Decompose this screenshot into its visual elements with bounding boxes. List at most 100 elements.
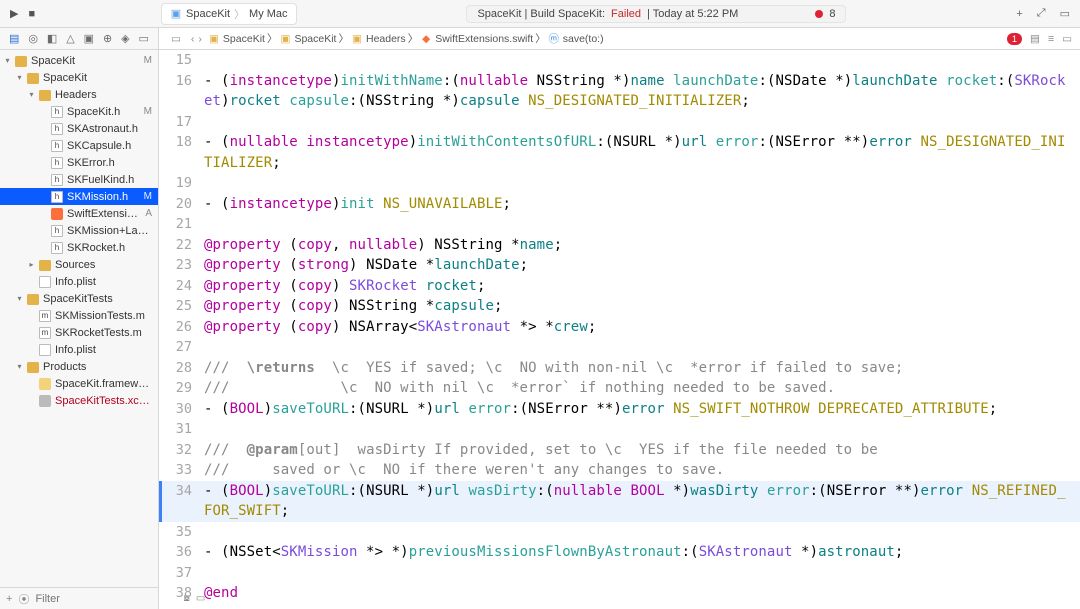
navigator-tree[interactable]: ▾SpaceKitM▾SpaceKit▾HeadersSpaceKit.hMSK… bbox=[0, 50, 158, 587]
tree-row[interactable]: SpaceKitTests.xctest bbox=[0, 392, 158, 409]
fold-icon bbox=[39, 259, 51, 271]
breadcrumb-item[interactable]: ▣SpaceKit bbox=[208, 33, 265, 45]
code-line[interactable]: 15 bbox=[159, 50, 1080, 71]
add-filter-icon[interactable]: + bbox=[6, 593, 12, 605]
h-icon bbox=[51, 157, 63, 169]
gutter-number: 28 bbox=[159, 358, 204, 379]
code-line[interactable]: 29/// \c NO with nil \c *error` if nothi… bbox=[159, 378, 1080, 399]
code-line[interactable]: 23@property (strong) NSDate *launchDate; bbox=[159, 255, 1080, 276]
code-line[interactable]: 26@property (copy) NSArray<SKAstronaut *… bbox=[159, 317, 1080, 338]
code-line[interactable]: 20- (instancetype)init NS_UNAVAILABLE; bbox=[159, 194, 1080, 215]
code-line[interactable]: 27 bbox=[159, 337, 1080, 358]
code-text: @property (copy, nullable) NSString *nam… bbox=[204, 235, 1080, 256]
m-icon bbox=[39, 310, 51, 322]
tree-row[interactable]: SKError.h bbox=[0, 154, 158, 171]
disclosure-icon[interactable]: ▸ bbox=[28, 260, 35, 269]
tree-row[interactable]: SpaceKit.framework bbox=[0, 375, 158, 392]
code-line[interactable]: 34- (BOOL)saveToURL:(NSURL *)url wasDirt… bbox=[159, 481, 1080, 522]
tree-row[interactable]: SKRocketTests.m bbox=[0, 324, 158, 341]
tree-row[interactable]: SKRocket.h bbox=[0, 239, 158, 256]
related-items-icon[interactable]: ▭ bbox=[167, 33, 185, 45]
disclosure-icon[interactable]: ▾ bbox=[16, 73, 23, 82]
gutter-number: 31 bbox=[159, 419, 204, 440]
run-button[interactable]: ▶ bbox=[10, 7, 18, 20]
code-line[interactable]: 36- (NSSet<SKMission *> *)previousMissio… bbox=[159, 542, 1080, 563]
tree-row[interactable]: SpaceKit.hM bbox=[0, 103, 158, 120]
tree-row[interactable]: SKFuelKind.h bbox=[0, 171, 158, 188]
tree-row[interactable]: ▸Sources bbox=[0, 256, 158, 273]
tree-row[interactable]: ▾SpaceKitM bbox=[0, 52, 158, 69]
code-text: /// \c NO with nil \c *error` if nothing… bbox=[204, 378, 1080, 399]
code-line[interactable]: 25@property (copy) NSString *capsule; bbox=[159, 296, 1080, 317]
tree-row[interactable]: ▾SpaceKitTests bbox=[0, 290, 158, 307]
nav-tab-1[interactable]: ◎ bbox=[25, 30, 41, 47]
disclosure-icon[interactable]: ▾ bbox=[16, 362, 23, 371]
add-button[interactable]: + bbox=[1016, 8, 1022, 20]
code-line[interactable]: 37 bbox=[159, 563, 1080, 584]
tree-row[interactable]: SKMission.hM bbox=[0, 188, 158, 205]
code-line[interactable]: 31 bbox=[159, 419, 1080, 440]
build-status[interactable]: SpaceKit | Build SpaceKit: Failed | Toda… bbox=[466, 5, 846, 23]
disclosure-icon[interactable]: ▾ bbox=[16, 294, 23, 303]
nav-tab-6[interactable]: ◈ bbox=[118, 30, 132, 47]
scheme-device: My Mac bbox=[249, 8, 288, 20]
inline-error-count[interactable]: 1 bbox=[1007, 33, 1022, 45]
back-button[interactable]: ‹ bbox=[191, 33, 195, 45]
code-line[interactable]: 17 bbox=[159, 112, 1080, 133]
expand-button[interactable]: ⤢ bbox=[1037, 7, 1046, 20]
tree-row[interactable]: SKCapsule.h bbox=[0, 137, 158, 154]
xct-icon bbox=[39, 395, 51, 407]
h-icon bbox=[51, 225, 63, 237]
nav-tab-5[interactable]: ⊕ bbox=[100, 30, 115, 47]
stop-button[interactable]: ■ bbox=[28, 8, 35, 20]
code-line[interactable]: 35 bbox=[159, 522, 1080, 543]
code-line[interactable]: 38@end bbox=[159, 583, 1080, 604]
code-line[interactable]: 33/// saved or \c NO if there weren't an… bbox=[159, 460, 1080, 481]
breadcrumb-item[interactable]: ▣Headers bbox=[351, 33, 406, 45]
disclosure-icon[interactable]: ▾ bbox=[28, 90, 35, 99]
code-text: @property (strong) NSDate *launchDate; bbox=[204, 255, 1080, 276]
nav-tab-0[interactable]: ▤ bbox=[6, 30, 22, 47]
code-line[interactable]: 28/// \returns \c YES if saved; \c NO wi… bbox=[159, 358, 1080, 379]
panel-right-icon[interactable]: ▭ bbox=[1060, 7, 1070, 20]
tree-row[interactable]: ▾Headers bbox=[0, 86, 158, 103]
forward-button[interactable]: › bbox=[198, 33, 202, 45]
disclosure-icon[interactable]: ▾ bbox=[4, 56, 11, 65]
breadcrumb-item[interactable]: ⓜsave(to:) bbox=[548, 33, 604, 45]
code-line[interactable]: 24@property (copy) SKRocket rocket; bbox=[159, 276, 1080, 297]
tree-row[interactable]: Info.plist bbox=[0, 341, 158, 358]
tree-row[interactable]: ▾Products bbox=[0, 358, 158, 375]
nav-tab-2[interactable]: ◧ bbox=[44, 30, 60, 47]
tree-row[interactable]: SKAstronaut.h bbox=[0, 120, 158, 137]
h-icon bbox=[51, 191, 63, 203]
nav-tab-3[interactable]: △ bbox=[63, 30, 77, 47]
jump-bar[interactable]: ▭ ‹ › ▣SpaceKit〉▣SpaceKit〉▣Headers〉◆Swif… bbox=[159, 28, 1080, 50]
code-editor[interactable]: 1516- (instancetype)initWithName:(nullab… bbox=[159, 50, 1080, 609]
nav-tab-7[interactable]: ▭ bbox=[136, 30, 152, 47]
tree-row[interactable]: SKMissionTests.m bbox=[0, 307, 158, 324]
tree-row[interactable]: SKMission+Launch.h bbox=[0, 222, 158, 239]
h-icon bbox=[51, 174, 63, 186]
code-line[interactable]: 16- (instancetype)initWithName:(nullable… bbox=[159, 71, 1080, 112]
breadcrumb-item[interactable]: ▣SpaceKit bbox=[279, 33, 336, 45]
filter-icon[interactable]: ⦿ bbox=[18, 591, 29, 607]
h-icon bbox=[51, 242, 63, 254]
filter-input[interactable] bbox=[35, 593, 177, 605]
jumpbar-icon-1[interactable]: ▤ bbox=[1030, 33, 1040, 45]
code-line[interactable]: 18- (nullable instancetype)initWithConte… bbox=[159, 132, 1080, 173]
code-line[interactable]: 22@property (copy, nullable) NSString *n… bbox=[159, 235, 1080, 256]
code-line[interactable]: 30- (BOOL)saveToURL:(NSURL *)url error:(… bbox=[159, 399, 1080, 420]
breadcrumb-label: save(to:) bbox=[563, 33, 604, 45]
nav-tab-4[interactable]: ▣ bbox=[81, 30, 97, 47]
tree-row[interactable]: ▾SpaceKit bbox=[0, 69, 158, 86]
code-line[interactable]: 32/// @param[out] wasDirty If provided, … bbox=[159, 440, 1080, 461]
scheme-selector[interactable]: ▣ SpaceKit 〉 My Mac bbox=[161, 3, 297, 25]
gutter-number: 16 bbox=[159, 71, 204, 92]
breadcrumb-item[interactable]: ◆SwiftExtensions.swift bbox=[420, 33, 533, 45]
tree-row[interactable]: SwiftExtensions.swiftA bbox=[0, 205, 158, 222]
tree-row[interactable]: Info.plist bbox=[0, 273, 158, 290]
jumpbar-icon-3[interactable]: ▭ bbox=[1062, 33, 1072, 45]
jumpbar-icon-2[interactable]: ≡ bbox=[1048, 33, 1054, 45]
code-line[interactable]: 21 bbox=[159, 214, 1080, 235]
code-line[interactable]: 19 bbox=[159, 173, 1080, 194]
